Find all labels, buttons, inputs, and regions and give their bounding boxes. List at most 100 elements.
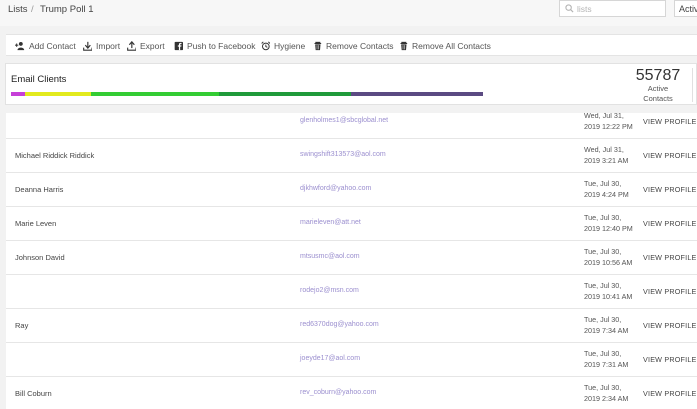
breadcrumb-lists-link[interactable]: Lists — [8, 4, 28, 15]
contact-date-line2: 2019 7:31 AM — [584, 360, 629, 369]
active-contacts-label: Active Contacts — [624, 84, 692, 104]
email-clients-bar — [11, 92, 483, 96]
contact-date: Tue, Jul 30, 2019 12:40 PM — [584, 212, 640, 234]
hygiene-label: Hygiene — [274, 41, 306, 51]
push-to-facebook-button[interactable]: Push to Facebook — [173, 40, 256, 52]
trash-icon — [400, 41, 408, 51]
email-client-segment — [25, 92, 92, 96]
contact-email: marieleven@att.net — [300, 219, 361, 226]
email-clients-card: Email Clients 55787 Active Contacts — [5, 63, 697, 105]
remove-all-contacts-label: Remove All Contacts — [412, 41, 491, 51]
email-client-segment — [350, 92, 483, 96]
contact-date: Tue, Jul 30, 2019 4:24 PM — [584, 178, 640, 200]
hygiene-button[interactable]: Hygiene — [260, 40, 305, 52]
contact-name: Michael Riddick Riddick — [15, 151, 95, 160]
contact-email: red6370dog@yahoo.com — [300, 321, 379, 328]
top-bar: Lists / Trump Poll 1 Activ — [0, 0, 697, 26]
view-profile-button[interactable]: VIEW PROFILE — [643, 321, 697, 330]
card-divider — [692, 68, 693, 102]
facebook-icon — [174, 41, 183, 51]
search-input[interactable] — [577, 3, 663, 15]
contact-row: Johnson David mtsusmc@aol.com VIEW PROFILE… — [6, 240, 697, 274]
contact-date-line2: 2019 4:24 PM — [584, 190, 629, 199]
export-button[interactable]: Export — [126, 40, 165, 52]
active-contacts-count: 55787 — [635, 67, 681, 84]
contact-row: rodejo2@msn.com VIEW PROFILE Tue, Jul 30, 2… — [6, 274, 697, 308]
contact-date-line1: Tue, Jul 30, — [584, 315, 622, 324]
breadcrumb-current: Trump Poll 1 — [40, 4, 94, 15]
contact-name: Ray — [15, 321, 29, 330]
remove-contacts-button[interactable]: Remove Contacts — [312, 40, 394, 52]
contact-name: Bill Coburn — [15, 389, 52, 398]
search-icon — [565, 4, 574, 13]
contact-date-line2: 2019 2:34 AM — [584, 394, 629, 403]
contact-email: glenholmes1@sbcglobal.net — [300, 117, 389, 124]
email-clients-title: Email Clients — [11, 74, 67, 85]
contact-date-line2: 2019 10:41 AM — [584, 292, 633, 301]
contact-date-line1: Wed, Jul 31, — [584, 145, 624, 154]
contact-date-line1: Tue, Jul 30, — [584, 349, 622, 358]
contact-email: swingshift313573@aol.com — [300, 151, 386, 158]
contact-email: rev_coburn@yahoo.com — [300, 389, 377, 396]
contact-row: Marie Leven marieleven@att.net VIEW PROFIL… — [6, 206, 697, 240]
contact-row: Michael Riddick Riddick swingshift313573@… — [6, 138, 697, 172]
add-contact-label: Add Contact — [29, 41, 76, 51]
contact-name: Marie Leven — [15, 219, 57, 228]
contact-email: mtsusmc@aol.com — [300, 253, 360, 260]
export-label: Export — [140, 41, 165, 51]
view-profile-button[interactable]: VIEW PROFILE — [643, 219, 697, 228]
contact-email: joeyde17@aol.com — [300, 355, 361, 362]
contact-email: djkhwford@yahoo.com — [300, 185, 372, 192]
view-profile-button[interactable]: VIEW PROFILE — [643, 151, 697, 160]
email-client-segment — [11, 92, 26, 96]
view-profile-button[interactable]: VIEW PROFILE — [643, 117, 697, 126]
active-contacts-label-line2: Contacts — [643, 94, 673, 103]
view-profile-button[interactable]: VIEW PROFILE — [643, 253, 697, 262]
email-client-segment — [218, 92, 351, 96]
push-to-facebook-label: Push to Facebook — [187, 41, 256, 51]
remove-contacts-label: Remove Contacts — [326, 41, 394, 51]
view-profile-button[interactable]: VIEW PROFILE — [643, 185, 697, 194]
contact-name: Johnson David — [15, 253, 65, 262]
search-box[interactable] — [559, 0, 666, 17]
contact-date-line2: 2019 7:34 AM — [584, 326, 629, 335]
contact-row: joeyde17@aol.com VIEW PROFILE Tue, Jul 30,… — [6, 342, 697, 376]
contact-row: glenholmes1@sbcglobal.net VIEW PROFILE Wed… — [6, 113, 697, 138]
contact-toolbar: Add Contact Import Export Push to Facebook H… — [6, 34, 697, 56]
contact-date: Tue, Jul 30, 2019 10:41 AM — [584, 280, 640, 302]
contact-email: rodejo2@msn.com — [300, 287, 359, 294]
add-contact-button[interactable]: Add Contact — [15, 40, 76, 52]
contact-date: Tue, Jul 30, 2019 7:34 AM — [584, 314, 640, 336]
alarm-clock-icon — [261, 41, 270, 51]
contact-date: Tue, Jul 30, 2019 7:31 AM — [584, 348, 640, 370]
contact-date: Tue, Jul 30, 2019 10:56 AM — [584, 246, 640, 268]
contact-name: Deanna Harris — [15, 185, 64, 194]
contact-date-line1: Tue, Jul 30, — [584, 179, 622, 188]
contact-date-line2: 2019 3:21 AM — [584, 156, 629, 165]
view-profile-button[interactable]: VIEW PROFILE — [643, 389, 697, 398]
add-person-icon — [15, 42, 25, 51]
import-label: Import — [96, 41, 121, 51]
contact-date-line1: Tue, Jul 30, — [584, 281, 622, 290]
download-icon — [83, 41, 92, 51]
contact-date-line2: 2019 12:22 PM — [584, 122, 633, 131]
import-button[interactable]: Import — [82, 40, 120, 52]
contact-row: Deanna Harris djkhwford@yahoo.com VIEW PRO… — [6, 172, 697, 206]
view-profile-button[interactable]: VIEW PROFILE — [643, 287, 697, 296]
contact-date-line1: Tue, Jul 30, — [584, 213, 622, 222]
contact-date-line2: 2019 12:40 PM — [584, 224, 633, 233]
contact-date-line1: Tue, Jul 30, — [584, 383, 622, 392]
upload-icon — [127, 41, 136, 51]
breadcrumb-separator: / — [31, 4, 34, 15]
contact-date: Wed, Jul 31, 2019 3:21 AM — [584, 144, 640, 166]
remove-all-contacts-button[interactable]: Remove All Contacts — [398, 40, 491, 52]
view-profile-button[interactable]: VIEW PROFILE — [643, 355, 697, 364]
contact-row: Ray red6370dog@yahoo.com VIEW PROFILE Tue, … — [6, 308, 697, 342]
contact-date-line1: Tue, Jul 30, — [584, 247, 622, 256]
email-client-segment — [91, 92, 219, 96]
contact-date: Wed, Jul 31, 2019 12:22 PM — [584, 113, 640, 132]
contact-date: Tue, Jul 30, 2019 2:34 AM — [584, 382, 640, 404]
trash-icon — [314, 41, 322, 51]
status-select[interactable]: Activ — [674, 0, 697, 17]
contact-row: Bill Coburn rev_coburn@yahoo.com VIEW PROF… — [6, 376, 697, 409]
